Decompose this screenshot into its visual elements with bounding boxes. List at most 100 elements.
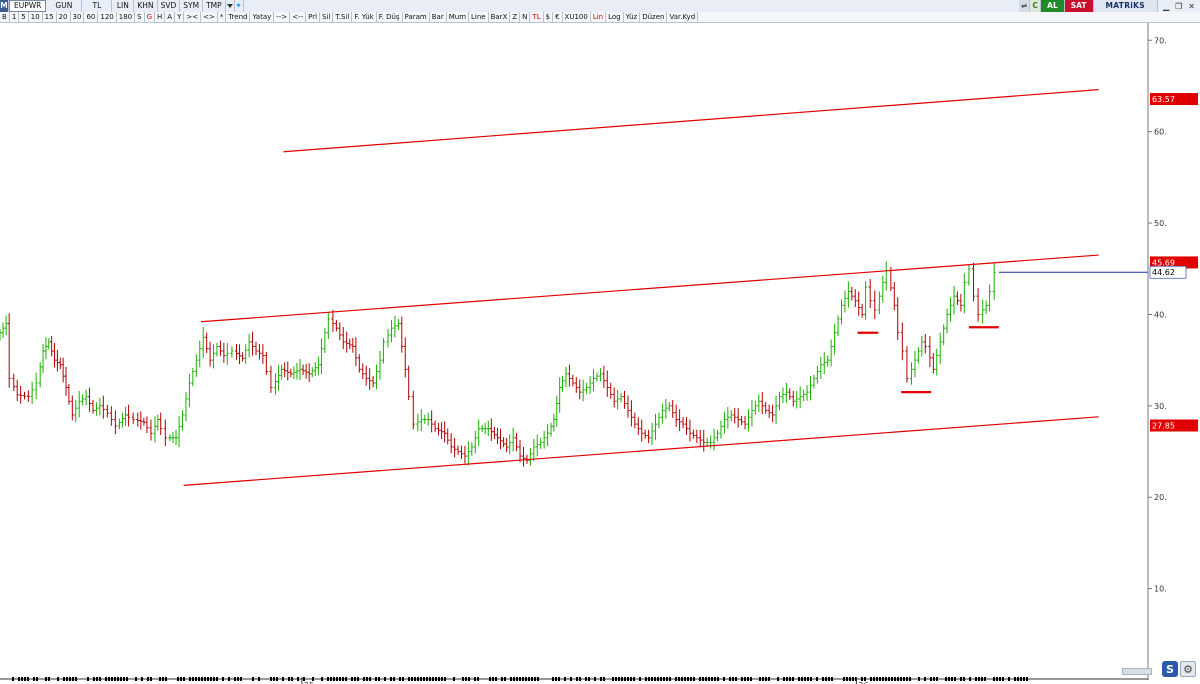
date-tick [183, 677, 185, 681]
toolbar-button-0[interactable]: B [0, 12, 10, 22]
khn-button[interactable]: KHN [134, 0, 158, 12]
date-tick [897, 677, 899, 681]
date-axis[interactable]: 2526 [0, 677, 1148, 684]
c-button[interactable]: C [1030, 0, 1042, 12]
buy-button[interactable]: AL [1041, 0, 1065, 12]
toolbar-button-18[interactable]: Trend [226, 12, 251, 22]
svd-button[interactable]: SVD [158, 0, 181, 12]
toolbar-button-5[interactable]: 20 [57, 12, 71, 22]
toolbar-button-32[interactable]: Z [510, 12, 521, 22]
date-tick [234, 677, 236, 681]
minimize-icon[interactable]: ▁ [1163, 2, 1169, 11]
toolbar-button-27[interactable]: Param [403, 12, 430, 22]
date-tick [366, 677, 368, 681]
date-tick [201, 677, 203, 681]
date-tick [879, 677, 881, 681]
toolbar-button-3[interactable]: 10 [29, 12, 43, 22]
date-tick [165, 677, 167, 681]
upper-channel-line[interactable] [283, 89, 1099, 153]
toolbar-button-1[interactable]: 1 [10, 12, 20, 22]
price-chart[interactable]: 70.60.50.40.30.20.10.63.5745.6927.8544.6… [0, 23, 1200, 684]
date-tick [162, 677, 164, 681]
toolbar-button-25[interactable]: F. Yük [352, 12, 377, 22]
toolbar-button-34[interactable]: TL [530, 12, 544, 22]
toolbar-button-13[interactable]: A [165, 12, 176, 22]
horizontal-scrollbar[interactable] [1122, 668, 1152, 675]
date-tick [537, 677, 539, 681]
date-tick [513, 677, 515, 681]
date-tick [984, 677, 986, 681]
date-tick [579, 677, 581, 681]
lower-channel-line[interactable] [183, 416, 1099, 486]
trend-lines[interactable] [183, 89, 1148, 486]
date-tick [423, 677, 425, 681]
toolbar-button-24[interactable]: T.Sil [333, 12, 353, 22]
currency-select[interactable]: TL [82, 0, 113, 12]
toolbar-button-6[interactable]: 30 [71, 12, 85, 22]
date-tick [288, 677, 290, 681]
toolbar-button-10[interactable]: S [135, 12, 145, 22]
toolbar-button-7[interactable]: 60 [84, 12, 99, 22]
toolbar-button-39[interactable]: Log [606, 12, 624, 22]
date-tick [741, 677, 743, 681]
toolbar-button-26[interactable]: F. Düş [377, 12, 403, 22]
date-tick [435, 677, 437, 681]
toolbar-button-16[interactable]: <> [201, 12, 218, 22]
toolbar-button-17[interactable]: * [218, 12, 227, 22]
toolbar-button-11[interactable]: G [145, 12, 155, 22]
toolbar-button-9[interactable]: 180 [117, 12, 136, 22]
twitter-share-button[interactable]: ✦ [235, 0, 244, 12]
date-tick [690, 677, 692, 681]
sell-button[interactable]: SAT [1064, 0, 1094, 12]
toolbar-button-20[interactable]: --> [274, 12, 291, 22]
toolbar-button-28[interactable]: Bar [430, 12, 447, 22]
date-tick [189, 677, 191, 681]
toolbar-button-8[interactable]: 120 [98, 12, 117, 22]
date-tick [432, 677, 434, 681]
toolbar-button-35[interactable]: $ [544, 12, 554, 22]
toolbar-button-36[interactable]: € [553, 12, 563, 22]
restore-icon[interactable]: ❐ [1175, 2, 1182, 11]
scale-select[interactable]: LIN [112, 0, 135, 12]
toolbar-button-30[interactable]: Line [469, 12, 489, 22]
toolbar-button-21[interactable]: <-- [290, 12, 307, 22]
date-tick [429, 677, 431, 681]
gear-icon[interactable]: ⚙ [1180, 661, 1196, 677]
dropdown-button[interactable] [226, 0, 235, 12]
toolbar-button-15[interactable]: >< [184, 12, 202, 22]
y-tick-label: 50. [1154, 219, 1167, 228]
tmp-button[interactable]: TMP [203, 0, 226, 12]
date-tick [150, 677, 152, 681]
toolbar-button-37[interactable]: XU100 [563, 12, 591, 22]
sym-button[interactable]: SYM [180, 0, 204, 12]
date-tick [660, 677, 662, 681]
date-tick [768, 677, 770, 681]
toolbar-button-12[interactable]: H [155, 12, 166, 22]
date-tick [552, 677, 554, 681]
toolbar-button-2[interactable]: 5 [19, 12, 29, 22]
sync-button[interactable]: ⇌ [1019, 0, 1031, 12]
date-tick [237, 677, 239, 681]
date-tick [711, 677, 713, 681]
period-select[interactable]: GUN [46, 0, 83, 12]
close-icon[interactable]: ✕ [1188, 2, 1195, 11]
date-tick [876, 677, 878, 681]
date-tick [111, 677, 113, 681]
toolbar-button-31[interactable]: BarX [489, 12, 511, 22]
matriks-logo-icon[interactable]: M [0, 0, 9, 12]
toolbar-button-33[interactable]: N [520, 12, 531, 22]
toolbar-button-38[interactable]: Lin [591, 12, 607, 22]
toolbar-button-41[interactable]: Düzen [640, 12, 668, 22]
symbol-input[interactable]: EUPWR [9, 0, 47, 12]
toolbar-button-4[interactable]: 15 [43, 12, 57, 22]
toolbar-button-19[interactable]: Yatay [250, 12, 275, 22]
app-logo-icon[interactable]: S [1162, 661, 1178, 677]
toolbar-button-22[interactable]: Prl [306, 12, 321, 22]
toolbar-button-40[interactable]: Yüz [624, 12, 641, 22]
toolbar-button-29[interactable]: Mum [447, 12, 470, 22]
toolbar-button-14[interactable]: Y [175, 12, 185, 22]
toolbar-button-23[interactable]: Sil [320, 12, 334, 22]
price-axis[interactable]: 70.60.50.40.30.20.10.63.5745.6927.8544.6… [1147, 23, 1198, 680]
toolbar-button-42[interactable]: Var.Kyd [667, 12, 699, 22]
date-tick [993, 677, 995, 681]
